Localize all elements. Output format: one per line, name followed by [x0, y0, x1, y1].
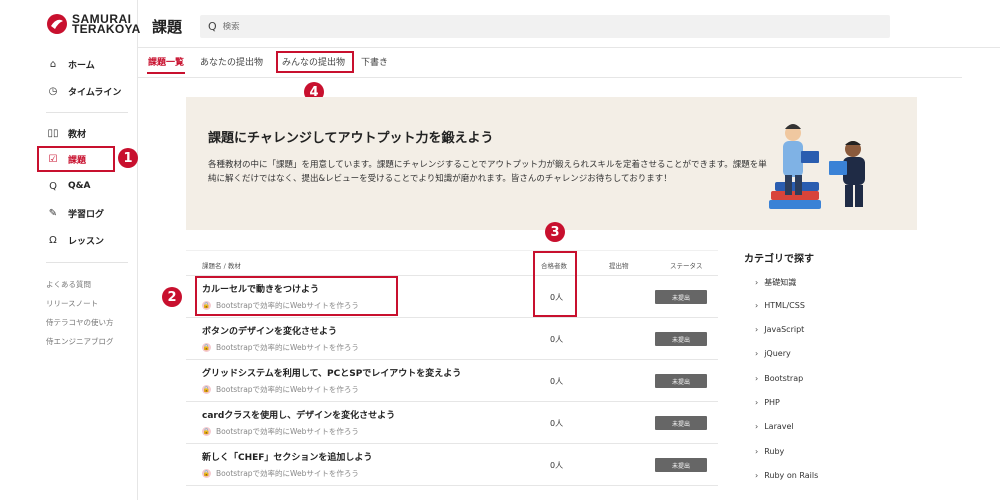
active-tab-underline	[147, 72, 185, 74]
tab-your-submissions[interactable]: あなたの提出物	[200, 55, 263, 68]
passed-count: 0人	[550, 419, 564, 428]
sidebar-item-label: タイムライン	[68, 87, 122, 98]
sidebar-item-label: 教材	[68, 129, 87, 140]
table-row[interactable]: cardクラスを使用し、デザインを変化させよう 🔒 Bootstrapで効率的にW…	[186, 402, 718, 444]
table-row[interactable]: グリッドシステムを利用して、PCとSPでレイアウトを変えよう 🔒 Bootstra…	[186, 360, 718, 402]
material-name: Bootstrapで効率的にWebサイトを作ろう	[216, 343, 359, 352]
material-name: Bootstrapで効率的にWebサイトを作ろう	[216, 385, 359, 394]
sidebar-divider	[46, 112, 128, 113]
logo-line2: TERAKOYA	[72, 22, 141, 36]
category-html-css[interactable]: › HTML/CSS	[755, 301, 805, 310]
lock-icon: 🔒	[202, 385, 211, 394]
search-icon: Q	[49, 180, 57, 192]
chevron-right-icon: ›	[755, 278, 759, 287]
page-title: 課題	[152, 18, 183, 36]
sidebar-item-study-log[interactable]: ✎ 学習ログ	[46, 202, 104, 224]
assignment-title[interactable]: ボタンのデザインを変化させよう	[202, 324, 337, 337]
sidebar-item-qa[interactable]: Q Q&A	[46, 175, 90, 197]
link-faq[interactable]: よくある質問	[46, 279, 91, 290]
highlight-box-assignments	[37, 146, 115, 172]
assignment-title[interactable]: 新しく「CHEF」セクションを追加しよう	[202, 450, 372, 463]
chevron-right-icon: ›	[755, 349, 759, 358]
annotation-marker-1: 1	[118, 148, 138, 168]
search-icon: Q	[208, 20, 217, 33]
category-laravel[interactable]: › Laravel	[755, 422, 794, 431]
highlight-box-everyone-submissions	[276, 51, 354, 73]
sidebar-item-label: 学習ログ	[68, 209, 105, 220]
assignment-title[interactable]: グリッドシステムを利用して、PCとSPでレイアウトを変えよう	[202, 366, 461, 379]
sidebar-item-label: レッスン	[68, 236, 105, 247]
sidebar: SAMURAI TERAKOYA ⌂ ホーム ◷ タイムライン ▯▯ 教材 ☑ …	[0, 0, 141, 500]
category-bootstrap[interactable]: › Bootstrap	[755, 374, 803, 383]
lock-icon: 🔒	[202, 469, 211, 478]
pencil-icon: ✎	[48, 207, 58, 219]
chevron-right-icon: ›	[755, 301, 759, 310]
material-name: Bootstrapで効率的にWebサイトを作ろう	[216, 427, 359, 436]
table-row[interactable]: 新しく「CHEF」セクションを追加しよう 🔒 Bootstrapで効率的にWebサ…	[186, 444, 718, 486]
link-release-notes[interactable]: リリースノート	[46, 298, 98, 309]
tab-assignment-list[interactable]: 課題一覧	[148, 55, 184, 68]
link-how-to-use[interactable]: 侍テラコヤの使い方	[46, 317, 114, 328]
lock-icon: 🔒	[202, 343, 211, 352]
logo-mark-icon	[47, 14, 67, 34]
assignment-title[interactable]: cardクラスを使用し、デザインを変化させよう	[202, 408, 395, 421]
passed-count: 0人	[550, 335, 564, 344]
status-badge: 未提出	[655, 290, 707, 304]
lock-icon: 🔒	[202, 427, 211, 436]
passed-count: 0人	[550, 461, 564, 470]
banner-text: 各種教材の中に「課題」を用意しています。課題にチャレンジすることでアウトプット力…	[208, 160, 767, 184]
link-engineer-blog[interactable]: 侍エンジニアブログ	[46, 336, 114, 347]
category-javascript[interactable]: › JavaScript	[755, 325, 804, 334]
category-jquery[interactable]: › jQuery	[755, 349, 791, 358]
table-row[interactable]: ボタンのデザインを変化させよう 🔒 Bootstrapで効率的にWebサイトを作ろ…	[186, 318, 718, 360]
sidebar-item-timeline[interactable]: ◷ タイムライン	[46, 80, 122, 102]
chevron-right-icon: ›	[755, 422, 759, 431]
chevron-right-icon: ›	[755, 447, 759, 456]
search-input[interactable]	[222, 21, 823, 32]
passed-count: 0人	[550, 377, 564, 386]
tab-drafts[interactable]: 下書き	[361, 55, 388, 68]
sidebar-item-home[interactable]: ⌂ ホーム	[46, 53, 95, 75]
sidebar-item-materials[interactable]: ▯▯ 教材	[46, 122, 86, 144]
annotation-marker-3: 3	[545, 222, 565, 242]
category-basics[interactable]: › 基礎知識	[755, 277, 796, 288]
highlight-box-assignment-row	[195, 276, 398, 316]
sidebar-item-lessons[interactable]: Ω レッスン	[46, 229, 104, 251]
material-name: Bootstrapで効率的にWebサイトを作ろう	[216, 469, 359, 478]
status-badge: 未提出	[655, 332, 707, 346]
banner-title: 課題にチャレンジしてアウトプット力を鍛えよう	[208, 131, 494, 146]
samurai-terakoya-logo[interactable]: SAMURAI TERAKOYA	[46, 13, 141, 35]
sidebar-item-label: ホーム	[68, 60, 95, 71]
category-php[interactable]: › PHP	[755, 398, 780, 407]
challenge-banner: 課題にチャレンジしてアウトプット力を鍛えよう 各種教材の中に「課題」を用意してい…	[186, 97, 917, 230]
chevron-right-icon: ›	[755, 471, 759, 480]
status-badge: 未提出	[655, 458, 707, 472]
tab-divider	[138, 77, 962, 78]
status-badge: 未提出	[655, 374, 707, 388]
headset-icon: Ω	[49, 234, 57, 246]
sidebar-divider	[46, 262, 128, 263]
category-ruby-on-rails[interactable]: › Ruby on Rails	[755, 471, 818, 480]
header-status: ステータス	[670, 262, 703, 270]
chevron-right-icon: ›	[755, 398, 759, 407]
table-header: 課題名 / 教材 合格者数 提出物 ステータス	[186, 250, 718, 276]
home-icon: ⌂	[49, 58, 57, 70]
status-badge: 未提出	[655, 416, 707, 430]
category-title: カテゴリで探す	[744, 254, 814, 265]
people-studying-illustration-icon	[769, 124, 865, 209]
search-bar[interactable]: Q	[200, 15, 890, 38]
sidebar-item-label: Q&A	[68, 181, 91, 191]
category-ruby[interactable]: › Ruby	[755, 447, 784, 456]
chevron-right-icon: ›	[755, 325, 759, 334]
header-submissions: 提出物	[609, 262, 629, 270]
header-name: 課題名 / 教材	[202, 262, 241, 270]
book-icon: ▯▯	[47, 127, 59, 139]
annotation-marker-2: 2	[162, 287, 182, 307]
highlight-box-passed-count	[533, 251, 577, 317]
header-divider	[138, 47, 1000, 48]
chevron-right-icon: ›	[755, 374, 759, 383]
clock-icon: ◷	[48, 85, 58, 97]
